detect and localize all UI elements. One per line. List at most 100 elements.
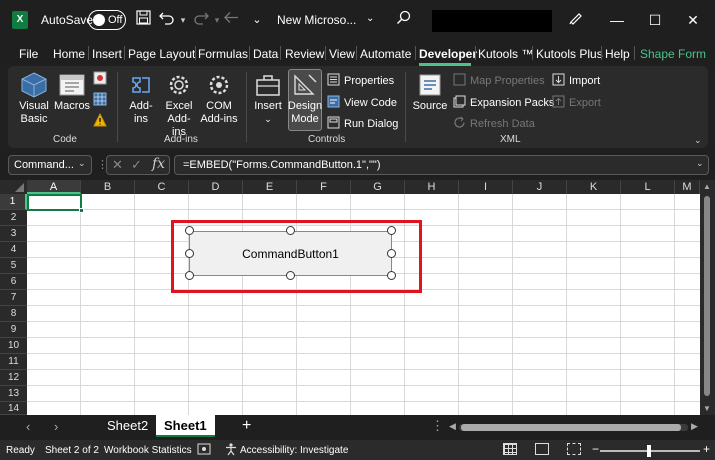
confirm-entry-icon[interactable]: ✓ bbox=[131, 157, 142, 173]
row-header[interactable]: 4 bbox=[0, 242, 27, 258]
normal-view-icon[interactable] bbox=[503, 443, 517, 455]
expand-formula-bar-icon[interactable]: ⌄ bbox=[696, 158, 704, 169]
column-header[interactable]: G bbox=[351, 180, 405, 194]
tab-help[interactable]: Help bbox=[605, 47, 630, 61]
row-header[interactable]: 6 bbox=[0, 274, 27, 290]
visual-basic-button[interactable]: Visual Basic bbox=[14, 72, 54, 126]
maximize-icon[interactable]: ☐ bbox=[644, 9, 666, 31]
macro-record-status-icon[interactable] bbox=[197, 443, 211, 455]
run-dialog-button[interactable]: Run Dialog bbox=[327, 116, 398, 130]
tab-insert[interactable]: Insert bbox=[92, 47, 122, 61]
resize-handle[interactable] bbox=[286, 271, 295, 280]
view-code-button[interactable]: View Code bbox=[327, 95, 397, 109]
column-header[interactable]: D bbox=[189, 180, 243, 194]
redo-icon[interactable] bbox=[192, 10, 210, 30]
add-sheet-button[interactable]: + bbox=[242, 417, 251, 435]
map-properties-button[interactable]: Map Properties bbox=[453, 73, 545, 87]
resize-handle[interactable] bbox=[185, 271, 194, 280]
column-header[interactable]: L bbox=[621, 180, 675, 194]
excel-addins-button[interactable]: Excel Add-ins bbox=[161, 72, 197, 139]
search-icon[interactable] bbox=[394, 10, 412, 30]
tab-developer[interactable]: Developer bbox=[419, 47, 477, 61]
save-icon[interactable] bbox=[134, 10, 152, 30]
close-icon[interactable]: ✕ bbox=[682, 9, 704, 31]
tab-kutools-plus[interactable]: Kutools Plus bbox=[536, 47, 603, 61]
tab-view[interactable]: View bbox=[329, 47, 355, 61]
relative-references-icon[interactable] bbox=[93, 92, 107, 106]
column-header[interactable]: C bbox=[135, 180, 189, 194]
row-header[interactable]: 8 bbox=[0, 306, 27, 322]
chevron-down-icon[interactable]: ⌄ bbox=[366, 13, 374, 24]
scroll-up-icon[interactable]: ▲ bbox=[703, 182, 711, 191]
accessibility-icon[interactable] bbox=[224, 443, 238, 456]
row-header[interactable]: 9 bbox=[0, 322, 27, 338]
refresh-data-button[interactable]: Refresh Data bbox=[453, 116, 535, 130]
column-header[interactable]: F bbox=[297, 180, 351, 194]
tab-home[interactable]: Home bbox=[53, 47, 85, 61]
record-macro-icon[interactable] bbox=[93, 71, 107, 85]
chevron-left-icon[interactable]: ‹ bbox=[26, 419, 30, 434]
design-mode-button[interactable]: Design Mode bbox=[287, 72, 323, 126]
column-header[interactable]: I bbox=[459, 180, 513, 194]
com-addins-button[interactable]: COM Add-ins bbox=[200, 72, 238, 126]
row-header[interactable]: 10 bbox=[0, 338, 27, 354]
tab-automate[interactable]: Automate bbox=[360, 47, 411, 61]
tab-kutools[interactable]: Kutools ™ bbox=[478, 47, 533, 61]
row-header[interactable]: 3 bbox=[0, 226, 27, 242]
collapse-ribbon-icon[interactable]: ⌄ bbox=[694, 135, 702, 146]
document-title[interactable]: New Microso... bbox=[277, 13, 356, 27]
row-header[interactable]: 13 bbox=[0, 386, 27, 402]
resize-handle[interactable] bbox=[185, 226, 194, 235]
expansion-packs-button[interactable]: Expansion Packs bbox=[453, 95, 554, 109]
tab-file[interactable]: File bbox=[19, 47, 38, 61]
resize-handle[interactable] bbox=[286, 226, 295, 235]
tab-formulas[interactable]: Formulas bbox=[198, 47, 248, 61]
zoom-slider-thumb[interactable] bbox=[647, 445, 651, 457]
column-header[interactable]: A bbox=[27, 180, 81, 194]
workbook-statistics[interactable]: Workbook Statistics bbox=[104, 445, 192, 456]
select-all-corner[interactable] bbox=[0, 180, 27, 194]
chevron-right-icon[interactable]: › bbox=[54, 419, 58, 434]
more-options-icon[interactable]: ⋮ bbox=[431, 418, 444, 434]
column-header[interactable]: J bbox=[513, 180, 567, 194]
resize-handle[interactable] bbox=[387, 226, 396, 235]
page-break-view-icon[interactable] bbox=[567, 443, 581, 455]
macro-security-icon[interactable] bbox=[93, 112, 107, 127]
column-header[interactable]: K bbox=[567, 180, 621, 194]
scroll-right-icon[interactable]: ▶ bbox=[691, 421, 698, 432]
resize-handle[interactable] bbox=[387, 249, 396, 258]
tab-page-layout[interactable]: Page Layout bbox=[128, 47, 195, 61]
tab-review[interactable]: Review bbox=[285, 47, 324, 61]
cancel-entry-icon[interactable]: ✕ bbox=[112, 157, 123, 173]
column-header[interactable]: B bbox=[81, 180, 135, 194]
row-header[interactable]: 7 bbox=[0, 290, 27, 306]
zoom-out-button[interactable]: − bbox=[592, 442, 599, 456]
zoom-in-button[interactable]: + bbox=[703, 442, 710, 456]
vertical-scroll-thumb[interactable] bbox=[704, 196, 710, 396]
resize-handle[interactable] bbox=[387, 271, 396, 280]
fill-handle[interactable] bbox=[79, 208, 84, 213]
horizontal-scroll-thumb[interactable] bbox=[461, 424, 681, 431]
row-header[interactable]: 5 bbox=[0, 258, 27, 274]
formula-input[interactable]: =EMBED("Forms.CommandButton.1","") bbox=[174, 155, 709, 175]
page-layout-view-icon[interactable] bbox=[535, 443, 549, 455]
sheet-tab-active[interactable]: Sheet1 bbox=[156, 415, 215, 437]
column-header[interactable]: E bbox=[243, 180, 297, 194]
row-header[interactable]: 14 bbox=[0, 402, 27, 415]
source-button[interactable]: Source bbox=[411, 72, 449, 113]
customize-toolbar-icon[interactable]: ⌄ bbox=[250, 10, 264, 30]
row-header[interactable]: 11 bbox=[0, 354, 27, 370]
insert-control-button[interactable]: Insert ⌄ bbox=[252, 72, 284, 126]
import-button[interactable]: Import bbox=[552, 73, 600, 87]
sheet-tab[interactable]: Sheet2 bbox=[107, 418, 148, 433]
row-header[interactable]: 2 bbox=[0, 210, 27, 226]
export-button[interactable]: Export bbox=[552, 95, 601, 109]
active-cell[interactable] bbox=[27, 194, 82, 211]
column-header[interactable]: M bbox=[675, 180, 700, 194]
autosave-toggle[interactable]: Off bbox=[88, 10, 126, 30]
pen-icon[interactable] bbox=[566, 10, 584, 30]
accessibility-status[interactable]: Accessibility: Investigate bbox=[240, 445, 348, 456]
tab-data[interactable]: Data bbox=[253, 47, 278, 61]
redo-dropdown-icon[interactable]: ▾ bbox=[212, 10, 222, 30]
minimize-icon[interactable]: — bbox=[606, 9, 628, 31]
